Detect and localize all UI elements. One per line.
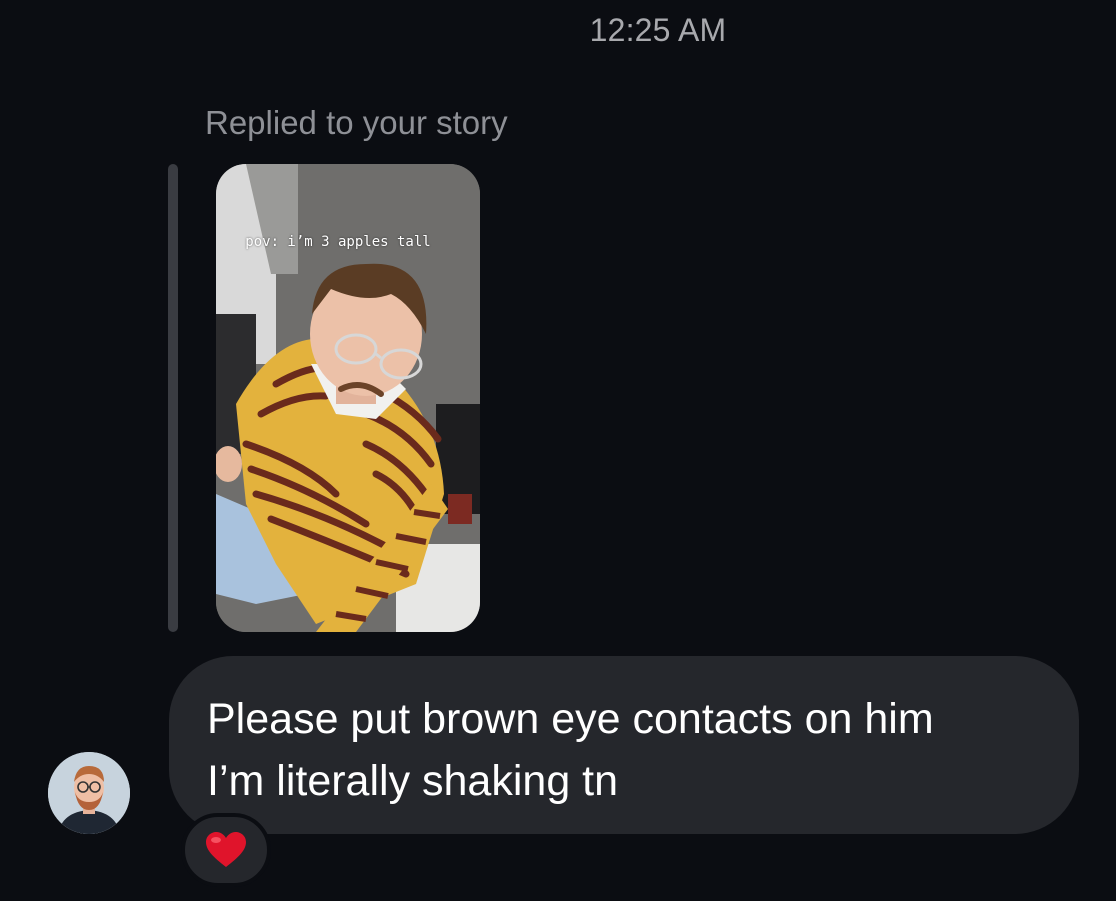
reply-indicator-bar — [168, 164, 178, 632]
story-reply-label: Replied to your story — [205, 104, 508, 141]
sender-avatar[interactable] — [48, 752, 130, 834]
message-text: Please put brown eye contacts on him I’m… — [207, 695, 934, 805]
message-bubble[interactable]: Please put brown eye contacts on him I’m… — [169, 656, 1079, 834]
story-caption-text: pov: i’m 3 apples tall — [245, 234, 431, 250]
story-thumbnail[interactable]: pov: i’m 3 apples tall — [216, 164, 480, 632]
dm-thread: 12:25 AM Replied to your story pov: i’m … — [0, 0, 1116, 901]
message-timestamp: 12:25 AM — [589, 12, 727, 48]
reaction-badge[interactable] — [181, 813, 271, 887]
heart-emoji-icon — [206, 832, 246, 867]
profile-photo-icon — [48, 752, 130, 834]
